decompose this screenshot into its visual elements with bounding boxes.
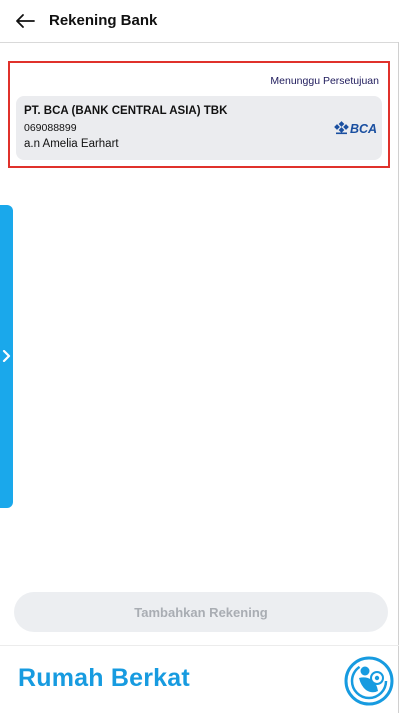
account-holder: a.n Amelia Earhart [24,138,119,150]
bca-logo-text: BCA [350,122,377,136]
arrow-left-icon[interactable] [14,10,36,32]
side-drawer-tab[interactable] [0,205,13,508]
chevron-right-icon [2,350,11,362]
footer-divider [0,645,399,646]
add-account-button[interactable]: Tambahkan Rekening [14,592,388,632]
page-title: Rekening Bank [49,12,158,29]
rumah-berkat-logo-icon [344,656,394,706]
account-number: 069088899 [24,122,77,134]
app-header: Rekening Bank [0,0,399,43]
bank-name: PT. BCA (BANK CENTRAL ASIA) TBK [24,105,228,117]
brand-name: Rumah Berkat [18,664,190,692]
status-badge: Menunggu Persetujuan [270,75,379,87]
bank-account-card[interactable]: PT. BCA (BANK CENTRAL ASIA) TBK 06908889… [16,96,382,160]
bca-logo-icon: BCA [334,121,377,136]
bank-account-highlight: Menunggu Persetujuan PT. BCA (BANK CENTR… [8,61,390,168]
